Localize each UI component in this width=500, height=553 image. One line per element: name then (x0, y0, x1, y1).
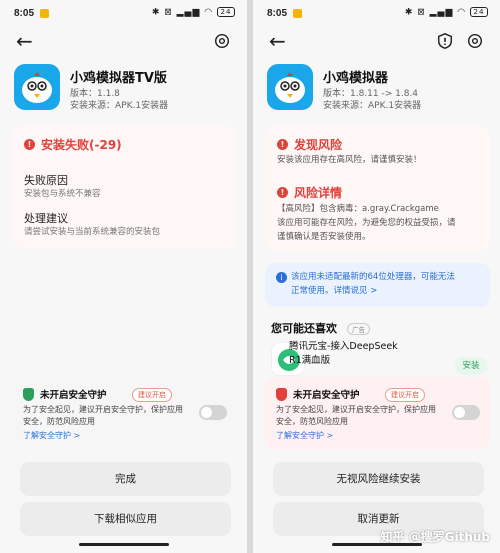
comparison-root: 8:05 ✱ ⊠ ▂▄▆ ◠ 24 ← 小鸡模拟器TV版 版本：1.1.8 安装… (0, 0, 500, 553)
security-guard-card: 未开启安全守护 建议开启 为了安全起见，建议开启安全守护，保护应用 安全，防范风… (12, 377, 237, 449)
guard-title: 未开启安全守护 (40, 390, 107, 401)
settings-gear-icon[interactable] (213, 32, 231, 50)
risk-detail-line3: 谨慎确认是否安装使用。 (277, 232, 371, 242)
app-name: 小鸡模拟器 (323, 71, 389, 86)
status-time: 8:05 (267, 8, 288, 19)
shield-alert-icon[interactable] (436, 32, 454, 50)
battery-icon: 24 (470, 7, 488, 17)
risk-icon: ! (277, 139, 288, 150)
status-time: 8:05 (14, 8, 35, 19)
risk-desc: 安装该应用存在高风险，请谨慎安装！ (277, 155, 422, 165)
security-guard-card: 未开启安全守护 建议开启 为了安全起见，建议开启安全守护，保护应用 安全，防范风… (265, 377, 490, 449)
notification-icon (40, 9, 49, 18)
compatibility-info-card: i 该应用未适配最新的64位处理器，可能无法 正常使用。详情说见 > (265, 263, 490, 307)
guard-toggle[interactable] (452, 405, 480, 420)
install-source: 安装来源：APK.1安装器 (70, 101, 169, 111)
app-header: 小鸡模拟器TV版 版本：1.1.8 安装来源：APK.1安装器 (14, 64, 237, 114)
install-failed-screen: 8:05 ✱ ⊠ ▂▄▆ ◠ 24 ← 小鸡模拟器TV版 版本：1.1.8 安装… (0, 0, 247, 553)
ad-tag: 广告 (347, 323, 370, 335)
guard-desc-line1: 为了安全起见，建议开启安全守护，保护应用 (276, 405, 436, 414)
settings-gear-icon[interactable] (466, 32, 484, 50)
home-indicator[interactable] (78, 543, 169, 546)
risk-detail-title: 风险详情 (294, 186, 343, 200)
risk-card: ! 发现风险 安装该应用存在高风险，请谨慎安装！ ! 风险详情 【高风险】包含病… (265, 126, 490, 251)
chicken-logo-icon (275, 73, 305, 103)
app-icon (267, 64, 313, 110)
risk-detail-icon: ! (277, 187, 288, 198)
guard-badge: 建议开启 (385, 388, 425, 402)
app-name: 小鸡模拟器TV版 (70, 71, 167, 86)
risk-detail-line1: 【高风险】包含病毒：a.gray.Crackgame (277, 204, 439, 214)
error-card: ! 安装失败(-29) 失败原因 安装包与系统不兼容 处理建议 请尝试安装与当前… (12, 126, 237, 248)
chicken-logo-icon (22, 73, 52, 103)
app-icon (14, 64, 60, 110)
watermark: 知乎 @搜罗Github (380, 530, 490, 544)
back-arrow-icon[interactable]: ← (16, 30, 33, 52)
app-header: 小鸡模拟器 版本：1.8.11 -> 1.8.4 安装来源：APK.1安装器 (267, 64, 490, 114)
top-bar: ← (0, 30, 247, 54)
notification-icon (293, 9, 302, 18)
guard-learn-more-link[interactable]: 了解安全守护 > (276, 430, 333, 441)
guard-desc-line1: 为了安全起见，建议开启安全守护，保护应用 (23, 405, 183, 414)
advice-label: 处理建议 (24, 212, 68, 225)
status-indicators: ✱ ⊠ ▂▄▆ ◠ 24 (152, 7, 235, 18)
guard-desc-line2: 安全，防范风险应用 (23, 417, 95, 426)
advice-value: 请尝试安装与当前系统兼容的安装包 (24, 227, 161, 237)
install-source: 安装来源：APK.1安装器 (323, 101, 422, 111)
risk-warning-screen: 8:05 ✱ ⊠ ▂▄▆ ◠ 24 ← 小鸡模拟器 版本：1.8.11 -> 1… (253, 0, 500, 553)
recommend-title: 您可能还喜欢 (271, 322, 337, 335)
install-button[interactable]: 安装 (454, 357, 488, 375)
done-button[interactable]: 完成 (20, 462, 231, 496)
error-title: 安装失败(-29) (41, 138, 122, 152)
status-bar: 8:05 ✱ ⊠ ▂▄▆ ◠ 24 (0, 0, 247, 28)
rec-app-name-line2[interactable]: R1满血版 (289, 354, 330, 368)
shield-icon (23, 388, 34, 401)
guard-title: 未开启安全守护 (293, 390, 360, 401)
guard-toggle[interactable] (199, 405, 227, 420)
status-bar: 8:05 ✱ ⊠ ▂▄▆ ◠ 24 (253, 0, 500, 28)
top-bar: ← (253, 30, 500, 54)
guard-learn-more-link[interactable]: 了解安全守护 > (23, 430, 80, 441)
reason-label: 失败原因 (24, 174, 68, 187)
info-icon: i (276, 272, 287, 283)
battery-icon: 24 (217, 7, 235, 17)
reason-value: 安装包与系统不兼容 (24, 189, 101, 199)
signal-icons: ✱ ⊠ ▂▄▆ ◠ (404, 7, 467, 18)
signal-icons: ✱ ⊠ ▂▄▆ ◠ (151, 7, 214, 18)
guard-badge: 建议开启 (132, 388, 172, 402)
shield-warning-icon (276, 388, 287, 401)
error-icon: ! (24, 139, 35, 150)
download-similar-button[interactable]: 下载相似应用 (20, 502, 231, 536)
risk-detail-line2: 该应用可能存在风险，为避免您的权益受损，请 (277, 218, 456, 228)
rec-app-name-line1[interactable]: 腾讯元宝-接入DeepSeek (289, 340, 398, 354)
back-arrow-icon[interactable]: ← (269, 30, 286, 52)
info-text-line1: 该应用未适配最新的64位处理器，可能无法 (291, 272, 455, 282)
status-indicators: ✱ ⊠ ▂▄▆ ◠ 24 (405, 7, 488, 18)
ignore-risk-install-button[interactable]: 无视风险继续安装 (273, 462, 484, 496)
risk-title: 发现风险 (294, 138, 343, 152)
guard-desc-line2: 安全，防范风险应用 (276, 417, 348, 426)
info-details-link[interactable]: 正常使用。详情说见 > (291, 284, 377, 298)
